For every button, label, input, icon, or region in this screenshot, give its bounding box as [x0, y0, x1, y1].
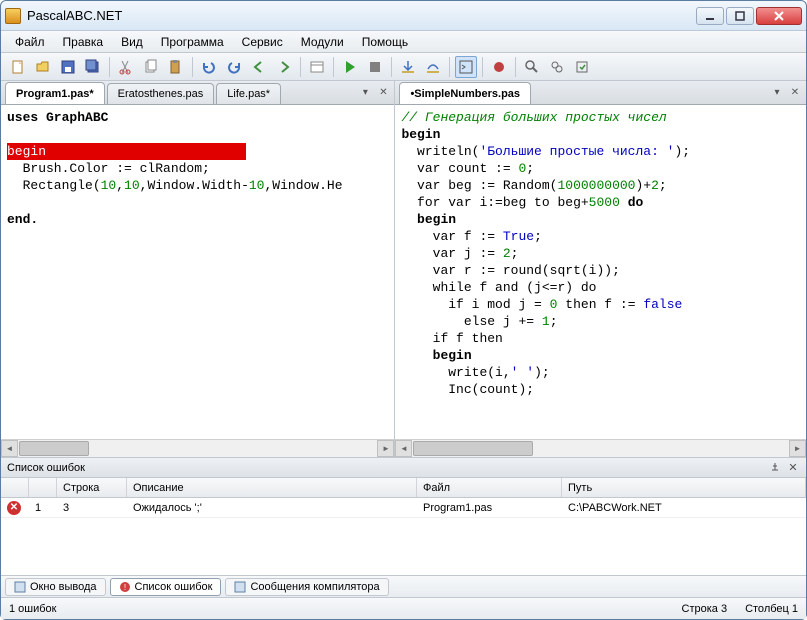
open-file-icon[interactable]	[32, 56, 54, 78]
output-icon	[14, 581, 26, 593]
menubar: Файл Правка Вид Программа Сервис Модули …	[1, 31, 806, 53]
back-icon[interactable]	[248, 56, 270, 78]
minimize-button[interactable]	[696, 7, 724, 25]
left-hscroll[interactable]: ◄ ►	[1, 439, 394, 456]
menu-edit[interactable]: Правка	[55, 33, 112, 51]
status-col: Столбец 1	[745, 603, 798, 615]
errors-table-header: Строка Описание Файл Путь	[1, 478, 806, 498]
menu-service[interactable]: Сервис	[234, 33, 291, 51]
undo-icon[interactable]	[198, 56, 220, 78]
compiler-icon	[234, 581, 246, 593]
save-all-icon[interactable]	[82, 56, 104, 78]
btab-output[interactable]: Окно вывода	[5, 578, 106, 596]
scroll-left-icon[interactable]: ◄	[395, 440, 412, 457]
properties-icon[interactable]	[306, 56, 328, 78]
new-file-icon[interactable]	[7, 56, 29, 78]
titlebar[interactable]: PascalABC.NET	[1, 1, 806, 31]
menu-view[interactable]: Вид	[113, 33, 151, 51]
error-icon: ✕	[7, 501, 21, 515]
replace-icon[interactable]	[546, 56, 568, 78]
find-icon[interactable]	[521, 56, 543, 78]
maximize-button[interactable]	[726, 7, 754, 25]
status-errors: 1 ошибок	[9, 603, 57, 615]
tab-program1[interactable]: Program1.pas*	[5, 82, 105, 104]
step-into-icon[interactable]	[397, 56, 419, 78]
btab-errors[interactable]: ! Список ошибок	[110, 578, 222, 596]
paste-icon[interactable]	[165, 56, 187, 78]
menu-modules[interactable]: Модули	[293, 33, 352, 51]
breakpoint-icon[interactable]	[488, 56, 510, 78]
main-window: PascalABC.NET Файл Правка Вид Программа …	[0, 0, 807, 620]
error-highlight: begin	[7, 143, 246, 160]
right-tabbar: •SimpleNumbers.pas ▾ ✕	[395, 81, 806, 105]
errors-panel-header: Список ошибок ✕	[1, 458, 806, 478]
toolbar	[1, 53, 806, 81]
tab-dropdown-icon[interactable]: ▾	[770, 85, 784, 99]
copy-icon[interactable]	[140, 56, 162, 78]
btab-compiler[interactable]: Сообщения компилятора	[225, 578, 388, 596]
close-button[interactable]	[756, 7, 802, 25]
save-icon[interactable]	[57, 56, 79, 78]
col-path[interactable]: Путь	[562, 478, 806, 497]
menu-help[interactable]: Помощь	[354, 33, 416, 51]
bottom-tabbar: Окно вывода ! Список ошибок Сообщения ко…	[1, 575, 806, 597]
run-icon[interactable]	[339, 56, 361, 78]
right-editor[interactable]: // Генерация больших простых чисел begin…	[395, 105, 806, 439]
menu-file[interactable]: Файл	[7, 33, 53, 51]
scroll-right-icon[interactable]: ►	[789, 440, 806, 457]
stop-icon[interactable]	[364, 56, 386, 78]
tab-dropdown-icon[interactable]: ▾	[358, 85, 372, 99]
menu-program[interactable]: Программа	[153, 33, 232, 51]
left-pane: Program1.pas* Eratosthenes.pas Life.pas*…	[1, 81, 395, 456]
tab-simplenumbers[interactable]: •SimpleNumbers.pas	[399, 82, 531, 104]
col-file[interactable]: Файл	[417, 478, 562, 497]
redo-icon[interactable]	[223, 56, 245, 78]
editor-area: Program1.pas* Eratosthenes.pas Life.pas*…	[1, 81, 806, 457]
left-editor[interactable]: uses GraphABC begin Brush.Color := clRan…	[1, 105, 394, 439]
right-pane: •SimpleNumbers.pas ▾ ✕ // Генерация боль…	[395, 81, 806, 456]
pin-icon[interactable]	[768, 461, 782, 475]
cut-icon[interactable]	[115, 56, 137, 78]
tab-close-icon[interactable]: ✕	[788, 85, 802, 99]
col-desc[interactable]: Описание	[127, 478, 417, 497]
compile-icon[interactable]	[571, 56, 593, 78]
app-icon	[5, 8, 21, 24]
tab-eratosthenes[interactable]: Eratosthenes.pas	[107, 83, 215, 104]
errors-panel-title: Список ошибок	[7, 462, 85, 474]
tab-close-icon[interactable]: ✕	[376, 85, 390, 99]
tab-life[interactable]: Life.pas*	[216, 83, 281, 104]
error-row[interactable]: ✕ 1 3 Ожидалось ';' Program1.pas C:\PABC…	[1, 498, 806, 518]
scroll-right-icon[interactable]: ►	[377, 440, 394, 457]
forward-icon[interactable]	[273, 56, 295, 78]
panel-close-icon[interactable]: ✕	[786, 461, 800, 475]
col-line[interactable]: Строка	[57, 478, 127, 497]
toggle-console-icon[interactable]	[455, 56, 477, 78]
errors-table: Строка Описание Файл Путь ✕ 1 3 Ожидалос…	[1, 478, 806, 575]
left-tabbar: Program1.pas* Eratosthenes.pas Life.pas*…	[1, 81, 394, 105]
step-over-icon[interactable]	[422, 56, 444, 78]
statusbar: 1 ошибок Строка 3 Столбец 1	[1, 597, 806, 619]
errors-panel: Список ошибок ✕ Строка Описание Файл Пут…	[1, 457, 806, 575]
window-title: PascalABC.NET	[27, 8, 696, 23]
svg-text:!: !	[123, 583, 125, 592]
status-line: Строка 3	[682, 603, 728, 615]
scroll-left-icon[interactable]: ◄	[1, 440, 18, 457]
right-hscroll[interactable]: ◄ ►	[395, 439, 806, 456]
errors-list-icon: !	[119, 581, 131, 593]
